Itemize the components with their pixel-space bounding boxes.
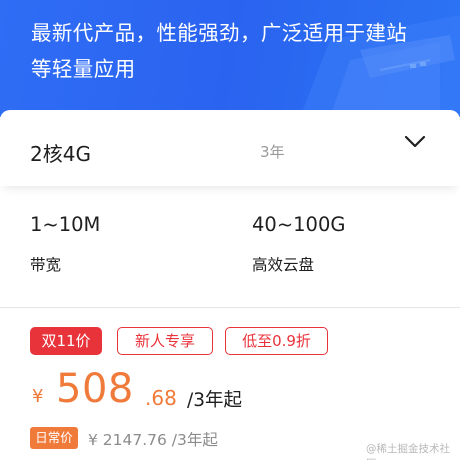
price-currency: ¥ — [32, 386, 44, 407]
banner-line-2: 等轻量应用 — [31, 57, 136, 81]
banner-description: 最新代产品，性能强劲，广泛适用于建站 等轻量应用 — [31, 15, 421, 87]
price-integer: 508 — [56, 366, 134, 412]
bandwidth-value: 1~10M — [30, 213, 101, 236]
watermark: @稀土掘金技术社区 — [366, 443, 450, 460]
config-term: 3年 — [260, 143, 285, 161]
product-card: 最新代产品，性能强劲，广泛适用于建站 等轻量应用 2核4G 3年 1~10M 带… — [0, 0, 460, 460]
bandwidth-label: 带宽 — [30, 256, 62, 274]
promo-banner: 最新代产品，性能强劲，广泛适用于建站 等轻量应用 — [0, 0, 460, 117]
banner-line-1: 最新代产品，性能强劲，广泛适用于建站 — [31, 21, 408, 45]
disk-value: 40~100G — [252, 213, 346, 236]
price-decimal: .68 — [145, 386, 177, 410]
divider — [0, 307, 460, 308]
chevron-down-icon[interactable] — [404, 135, 426, 149]
price-unit: /3年起 — [187, 390, 243, 411]
disk-label: 高效云盘 — [252, 256, 315, 274]
tag-new-user: 新人专享 — [117, 327, 213, 355]
config-spec: 2核4G — [30, 142, 91, 166]
tag-discount: 低至0.9折 — [225, 327, 328, 355]
regular-price: ¥ 2147.76 /3年起 — [88, 431, 218, 449]
regular-price-badge: 日常价 — [30, 427, 78, 449]
tag-double11: 双11价 — [30, 327, 102, 355]
config-selector[interactable]: 2核4G 3年 — [0, 110, 460, 186]
